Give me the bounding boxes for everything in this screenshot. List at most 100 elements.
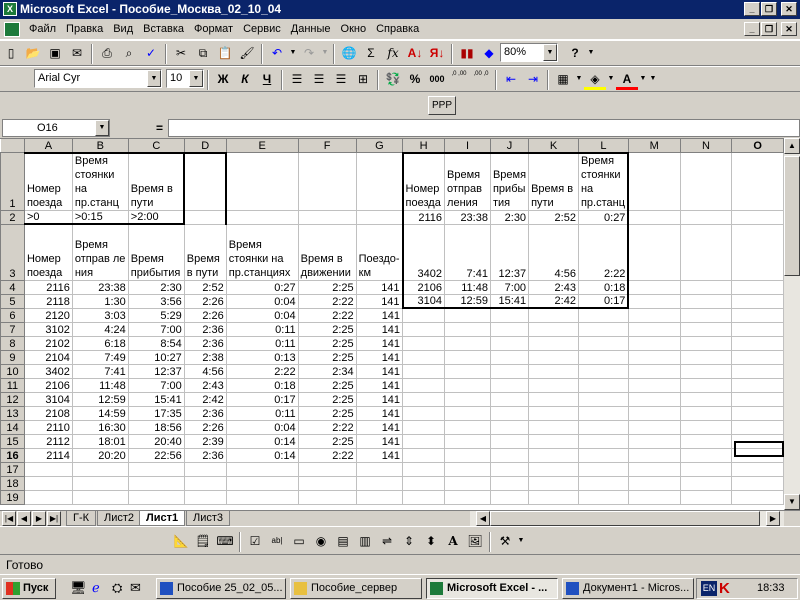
cell[interactable]	[489, 461, 530, 477]
cell[interactable]	[297, 461, 357, 477]
task-posobie-25[interactable]: Пособие 25_02_05...	[156, 578, 286, 599]
vertical-scrollbar[interactable]: ▲ ▼	[784, 138, 800, 510]
view-code-icon[interactable]: ⌨	[214, 530, 236, 552]
cell[interactable]	[627, 405, 681, 421]
scrollbar-icon[interactable]: ⬍	[420, 530, 442, 552]
thousands-button[interactable]: 000	[426, 68, 448, 90]
align-right-icon[interactable]: ☰	[330, 68, 352, 90]
cell[interactable]	[297, 152, 357, 211]
cell[interactable]	[731, 223, 784, 281]
cell[interactable]	[297, 475, 357, 491]
cell[interactable]	[679, 447, 733, 463]
cell[interactable]	[731, 293, 784, 309]
cell[interactable]	[444, 489, 491, 505]
menu-window[interactable]: Окно	[336, 19, 372, 40]
cell[interactable]: 2:22	[225, 363, 299, 379]
checkbox-icon[interactable]: ☑	[244, 530, 266, 552]
cell[interactable]	[627, 321, 681, 337]
row-header[interactable]: 3	[0, 223, 25, 281]
cell[interactable]	[528, 321, 579, 337]
column-header[interactable]: N	[679, 138, 733, 153]
zoom-select[interactable]: 80% ▼	[500, 43, 558, 62]
cell[interactable]	[577, 447, 629, 463]
cell[interactable]	[577, 321, 629, 337]
cell[interactable]: 2:30	[127, 279, 185, 295]
cell[interactable]	[679, 293, 733, 309]
scroll-left-icon[interactable]: ◀	[476, 511, 490, 526]
cell[interactable]	[183, 475, 227, 491]
cell[interactable]	[183, 461, 227, 477]
cell[interactable]: 0:17	[225, 391, 299, 407]
cell[interactable]	[627, 223, 681, 281]
cell[interactable]	[679, 489, 733, 505]
row-header[interactable]: 15	[0, 433, 25, 449]
cell[interactable]	[402, 363, 446, 379]
cell[interactable]	[489, 335, 530, 351]
cell[interactable]	[489, 447, 530, 463]
cell[interactable]	[731, 489, 784, 505]
increase-decimal-button[interactable]: ,0 ,00	[448, 68, 470, 90]
desktop-icon[interactable]: 🖥	[70, 580, 87, 596]
cell[interactable]	[577, 489, 629, 505]
cell[interactable]	[402, 433, 446, 449]
chevron-down-icon[interactable]: ▼	[95, 120, 109, 136]
cell[interactable]	[489, 363, 530, 379]
cell[interactable]: 0:14	[225, 433, 299, 449]
cell[interactable]	[402, 321, 446, 337]
cell[interactable]: 2116	[401, 209, 446, 225]
cell[interactable]	[444, 419, 491, 435]
cell[interactable]: 2110	[23, 419, 73, 435]
row-header[interactable]: 13	[0, 405, 25, 421]
cell[interactable]	[731, 209, 784, 225]
cell[interactable]: 2:36	[183, 447, 227, 463]
cell[interactable]: 141	[355, 349, 404, 365]
cell[interactable]	[444, 363, 491, 379]
cell[interactable]: 12:37	[127, 363, 185, 379]
chevron-down-icon[interactable]: ▼	[189, 70, 203, 87]
cell[interactable]	[731, 433, 784, 449]
cell[interactable]	[444, 405, 491, 421]
cell[interactable]	[489, 307, 530, 323]
cell[interactable]	[528, 377, 579, 393]
row-header[interactable]: 17	[0, 461, 25, 477]
cell[interactable]: 0:11	[225, 321, 299, 337]
menu-format[interactable]: Формат	[189, 19, 238, 40]
save-icon[interactable]: ▣	[44, 42, 66, 64]
cell[interactable]: 3104	[401, 293, 446, 309]
cell[interactable]	[627, 209, 681, 225]
last-sheet-icon[interactable]: ▶|	[47, 511, 61, 526]
cell[interactable]	[402, 419, 446, 435]
toolbar-options-icon[interactable]: ▼	[516, 530, 526, 552]
cell[interactable]: 2:39	[183, 433, 227, 449]
toggle-icon[interactable]: ⇌	[376, 530, 398, 552]
row-header[interactable]: 10	[0, 363, 25, 379]
row-header[interactable]: 14	[0, 419, 25, 435]
cell[interactable]	[528, 349, 579, 365]
cell[interactable]: 7:41	[444, 223, 491, 281]
cell[interactable]	[528, 489, 579, 505]
cell[interactable]	[731, 475, 784, 491]
option-button-icon[interactable]: ◉	[310, 530, 332, 552]
cell[interactable]	[528, 447, 579, 463]
column-header[interactable]: J	[489, 138, 530, 153]
cell[interactable]: 3:03	[71, 307, 129, 323]
cell[interactable]	[627, 391, 681, 407]
underline-button[interactable]: Ч	[256, 68, 278, 90]
toolbar-options-icon[interactable]: ▼	[648, 68, 658, 90]
cell[interactable]: 7:49	[71, 349, 129, 365]
cell[interactable]: Номер поезда	[23, 151, 73, 211]
cell[interactable]: 4:56	[528, 223, 579, 281]
align-center-icon[interactable]: ☰	[308, 68, 330, 90]
cell[interactable]: 0:27	[577, 209, 630, 225]
row-header[interactable]: 19	[0, 489, 25, 505]
redo-dropdown-icon[interactable]: ▼	[320, 42, 330, 64]
cell[interactable]	[444, 475, 491, 491]
cell[interactable]: Время в пути	[127, 151, 186, 211]
cell[interactable]	[444, 321, 491, 337]
cell[interactable]	[528, 461, 579, 477]
cell[interactable]	[731, 419, 784, 435]
cell[interactable]: 141	[355, 391, 404, 407]
menu-data[interactable]: Данные	[286, 19, 336, 40]
cell[interactable]: 11:48	[71, 377, 129, 393]
cell[interactable]	[528, 307, 579, 323]
